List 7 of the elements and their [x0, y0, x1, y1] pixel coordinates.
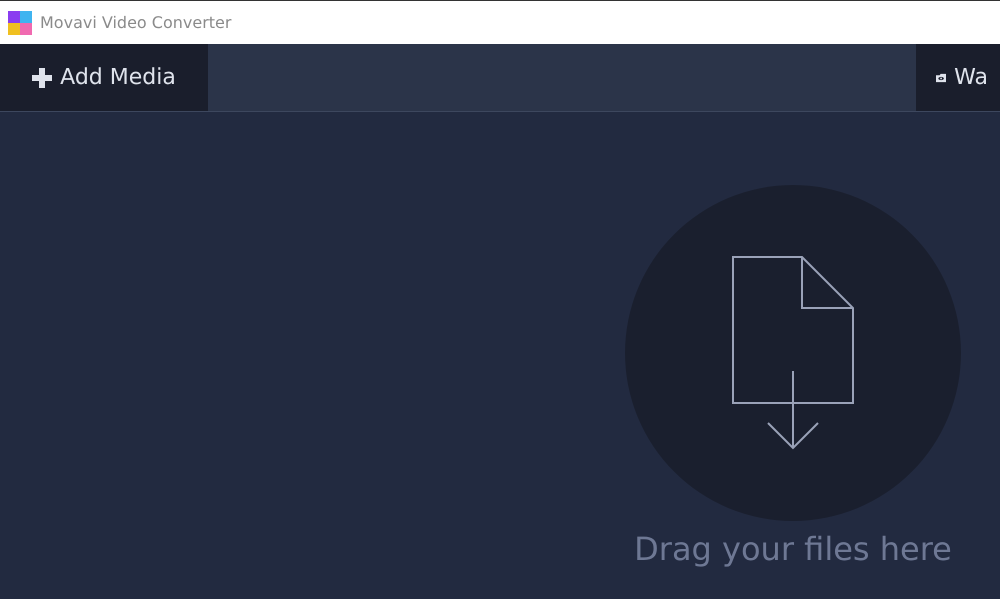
window-title: Movavi Video Converter [40, 12, 232, 34]
toolbar-button[interactable]: Wa [916, 44, 1000, 111]
file-download-icon [731, 255, 855, 451]
drop-hint-text: Drag your files here [634, 529, 952, 570]
add-media-button[interactable]: Add Media [0, 44, 208, 111]
app-logo-icon [8, 10, 32, 34]
plus-icon [32, 68, 52, 88]
